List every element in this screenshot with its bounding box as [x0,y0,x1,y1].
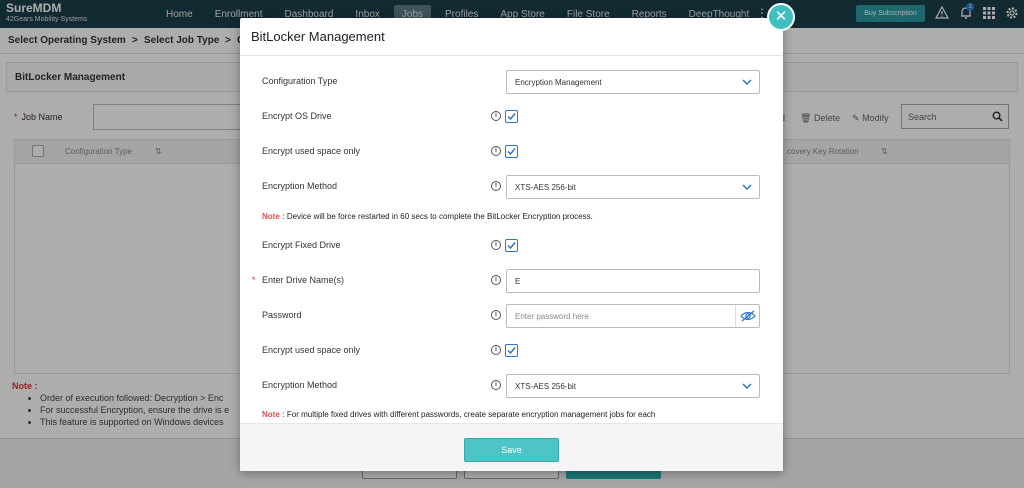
chevron-down-icon [742,184,752,191]
checkmark-icon [507,347,516,355]
info-icon[interactable]: i [491,111,501,121]
fixed-encryption-method-label: Encryption Method [262,380,338,390]
drive-names-input[interactable]: E [506,269,760,293]
fixed-encryption-method-row: Encryption Method i XTS-AES 256-bit [240,374,783,398]
close-modal-button[interactable]: ✕ [767,3,795,31]
config-type-select[interactable]: Encryption Management [506,70,760,94]
encrypt-os-label: Encrypt OS Drive [262,111,332,121]
config-type-row: Configuration Type Encryption Management [240,70,783,94]
used-space-checkbox[interactable] [505,145,518,158]
required-marker: * [252,275,256,285]
encrypt-fixed-checkbox[interactable] [505,239,518,252]
drive-names-row: * Enter Drive Name(s) i E [240,269,783,293]
encryption-method-label: Encryption Method [262,181,338,191]
chevron-down-icon [742,79,752,86]
checkmark-icon [507,242,516,250]
bitlocker-modal: BitLocker Management Configuration Type … [240,18,783,471]
info-icon[interactable]: i [491,345,501,355]
info-icon[interactable]: i [491,380,501,390]
note-prefix: Note : [262,212,285,221]
encrypt-os-checkbox[interactable] [505,110,518,123]
info-icon[interactable]: i [491,181,501,191]
drive-names-label: Enter Drive Name(s) [262,275,345,285]
close-icon: ✕ [774,8,788,25]
modal-title: BitLocker Management [251,29,385,44]
info-icon[interactable]: i [491,275,501,285]
fixed-drives-note: Note : For multiple fixed drives with di… [262,410,656,419]
info-icon[interactable]: i [491,310,501,320]
fixed-encryption-method-select[interactable]: XTS-AES 256-bit [506,374,760,398]
encryption-method-row: Encryption Method i XTS-AES 256-bit [240,175,783,199]
used-space-row: Encrypt used space only i [240,140,783,164]
used-space-label: Encrypt used space only [262,146,361,156]
fixed-used-space-row: Encrypt used space only i [240,339,783,363]
chevron-down-icon [742,383,752,390]
encrypt-fixed-row: Encrypt Fixed Drive i [240,234,783,258]
password-label: Password [262,310,302,320]
fixed-used-space-label: Encrypt used space only [262,345,361,355]
eye-off-icon [739,310,756,322]
info-icon[interactable]: i [491,146,501,156]
encryption-method-select[interactable]: XTS-AES 256-bit [506,175,760,199]
info-icon[interactable]: i [491,240,501,250]
restart-note: Note : Device will be force restarted in… [262,212,593,221]
encrypt-fixed-label: Encrypt Fixed Drive [262,240,341,250]
config-type-label: Configuration Type [262,76,338,86]
divider [240,55,783,56]
note-prefix: Note : [262,410,285,419]
fixed-used-space-checkbox[interactable] [505,344,518,357]
checkmark-icon [507,148,516,156]
save-button[interactable]: Save [464,438,559,462]
password-row: Password i Enter password here [240,304,783,328]
checkmark-icon [507,113,516,121]
encrypt-os-row: Encrypt OS Drive i [240,105,783,129]
toggle-password-visibility[interactable] [735,305,759,327]
password-input[interactable]: Enter password here [506,304,760,328]
modal-footer: Save [240,423,783,471]
